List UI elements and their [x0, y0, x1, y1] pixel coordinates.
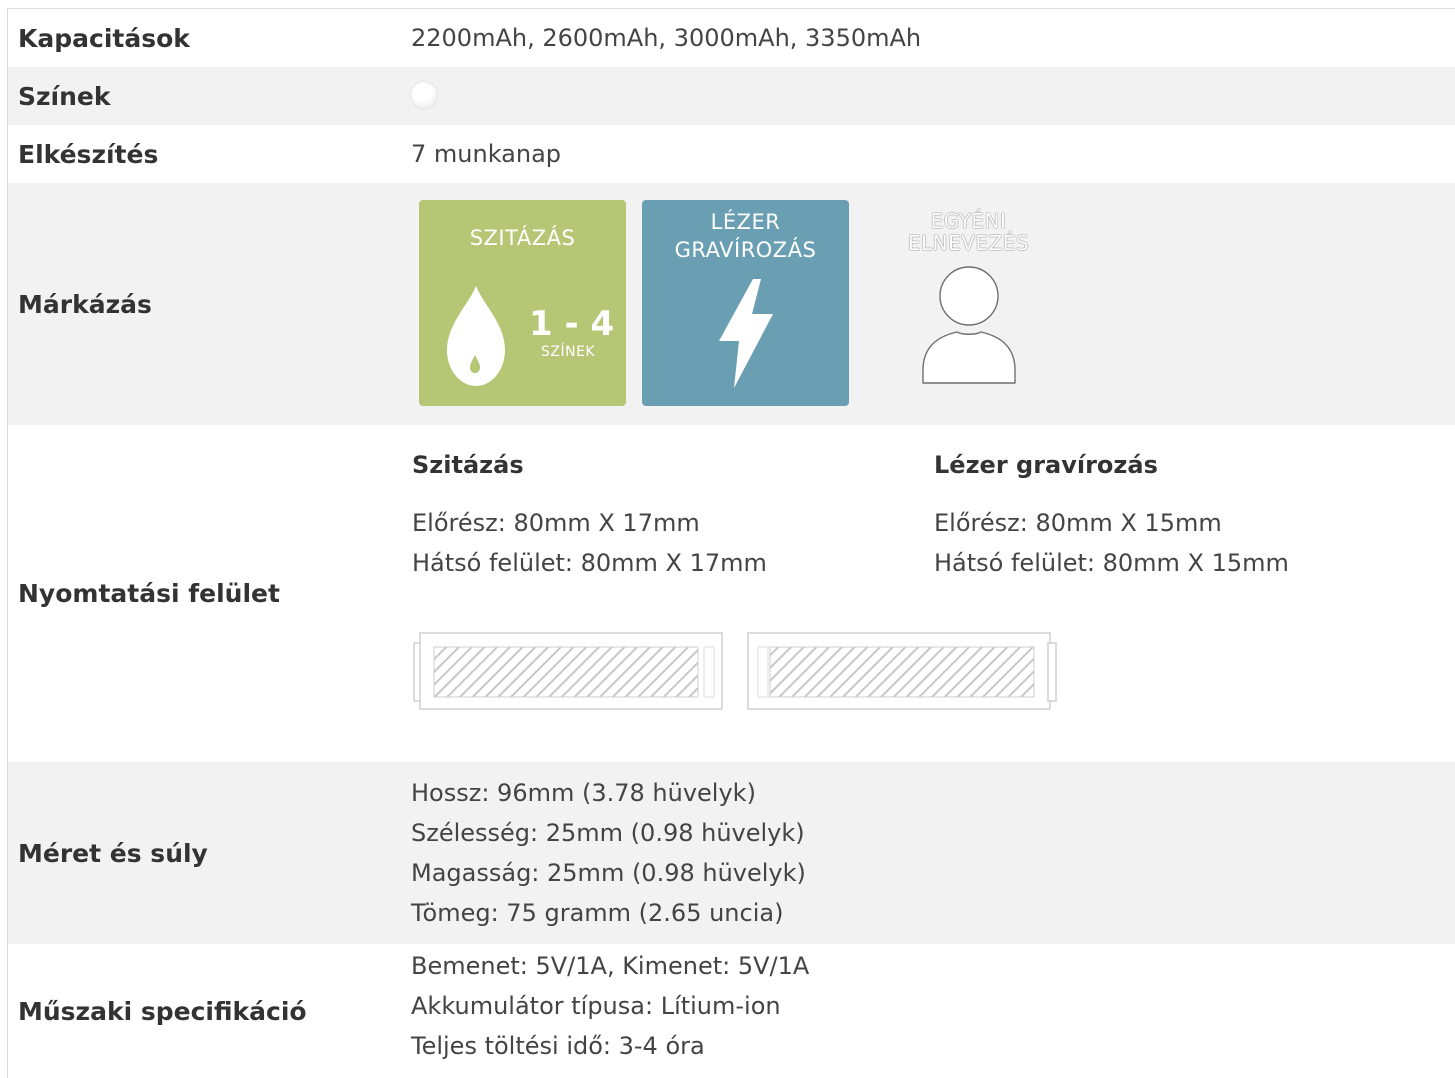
spec-charge-time: Teljes töltési idő: 3-4 óra: [411, 1032, 705, 1060]
screen-print-tile[interactable]: SZITÁZÁS 1 - 4 SZÍNEK: [419, 200, 626, 406]
dimension-width: Szélesség: 25mm (0.98 hüvelyk): [411, 819, 805, 847]
laser-front-size: Előrész: 80mm X 15mm: [934, 509, 1222, 537]
screen-print-area: Szitázás Előrész: 80mm X 17mm Hátsó felü…: [412, 445, 934, 583]
production-label: Elkészítés: [18, 139, 159, 169]
production-value: 7 munkanap: [411, 140, 562, 168]
capacity-value: 2200mAh, 2600mAh, 3000mAh, 3350mAh: [411, 24, 922, 52]
screen-color-count-label: SZÍNEK: [541, 344, 596, 360]
product-spec-table: Kapacitások 2200mAh, 2600mAh, 3000mAh, 3…: [7, 8, 1455, 1078]
dimensions-label: Méret és súly: [18, 838, 208, 868]
branding-label: Márkázás: [18, 289, 152, 319]
print-area-row: Nyomtatási felület Szitázás Előrész: 80m…: [8, 425, 1455, 762]
branding-row: Márkázás SZITÁZÁS 1 - 4 SZÍNEK LÉZER GRA…: [8, 183, 1455, 425]
drop-icon: [447, 286, 505, 386]
dimensions-row: Méret és súly Hossz: 96mm (3.78 hüvelyk)…: [8, 762, 1455, 944]
laser-print-area: Lézer gravírozás Előrész: 80mm X 15mm Há…: [934, 445, 1455, 583]
person-icon: [922, 266, 1016, 384]
screen-color-count: 1 - 4: [529, 304, 615, 344]
screen-front-size: Előrész: 80mm X 17mm: [412, 509, 700, 537]
dimension-height: Magasság: 25mm (0.98 hüvelyk): [411, 859, 806, 887]
colors-label: Színek: [18, 81, 111, 111]
color-swatch-white[interactable]: [411, 82, 437, 108]
dimension-length: Hossz: 96mm (3.78 hüvelyk): [411, 779, 756, 807]
laser-print-heading: Lézer gravírozás: [934, 451, 1158, 479]
specs-label: Műszaki specifikáció: [18, 996, 307, 1026]
screen-print-heading: Szitázás: [412, 451, 524, 479]
capacity-row: Kapacitások 2200mAh, 2600mAh, 3000mAh, 3…: [8, 9, 1455, 67]
battery-front-print-area: [413, 632, 723, 710]
custom-naming-tile[interactable]: EGYÉNI ELNEVEZÉS: [865, 200, 1072, 406]
capacity-label: Kapacitások: [18, 23, 190, 53]
lightning-icon: [719, 279, 773, 388]
spec-battery-type: Akkumulátor típusa: Lítium-ion: [411, 992, 781, 1020]
specs-row: Műszaki specifikáció Bemenet: 5V/1A, Kim…: [8, 944, 1455, 1078]
battery-back-print-area: [747, 632, 1057, 710]
laser-engraving-tile[interactable]: LÉZER GRAVÍROZÁS: [642, 200, 849, 406]
branding-options: SZITÁZÁS 1 - 4 SZÍNEK LÉZER GRAVÍROZÁS E…: [411, 200, 1455, 406]
colors-row: Színek: [8, 67, 1455, 125]
spec-input-output: Bemenet: 5V/1A, Kimenet: 5V/1A: [411, 952, 810, 980]
dimension-weight: Tömeg: 75 gramm (2.65 uncia): [411, 899, 784, 927]
print-area-label: Nyomtatási felület: [18, 579, 280, 608]
laser-back-size: Hátsó felület: 80mm X 15mm: [934, 549, 1289, 577]
screen-back-size: Hátsó felület: 80mm X 17mm: [412, 549, 767, 577]
production-row: Elkészítés 7 munkanap: [8, 125, 1455, 183]
